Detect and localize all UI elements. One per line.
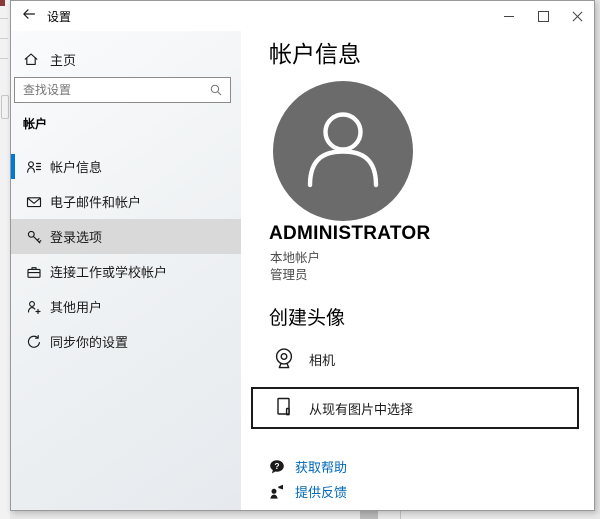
sidebar-item-other-users[interactable]: 其他用户 [11, 289, 241, 324]
background-taskbar-fragment [360, 511, 378, 519]
title-bar: 设置 [11, 1, 594, 31]
sidebar-item-signin-options[interactable]: 登录选项 [11, 219, 241, 254]
settings-window: 设置 主页 帐户 [10, 0, 595, 511]
minimize-icon [504, 16, 514, 17]
maximize-icon [538, 11, 549, 22]
key-icon [26, 229, 42, 245]
home-icon [23, 51, 39, 67]
sidebar-item-sync-settings[interactable]: 同步你的设置 [11, 324, 241, 359]
search-icon [209, 83, 223, 97]
give-feedback-link[interactable]: 提供反馈 [268, 482, 347, 501]
email-icon [26, 194, 42, 210]
background-window-sliver [0, 0, 10, 519]
sidebar-item-label: 其他用户 [50, 297, 102, 316]
sidebar-nav: 帐户信息 电子邮件和帐户 登录选项 [11, 149, 241, 359]
search-input[interactable] [15, 83, 209, 97]
sidebar-item-label: 电子邮件和帐户 [50, 192, 141, 211]
screen: 设置 主页 帐户 [0, 0, 600, 519]
sidebar-item-label: 同步你的设置 [50, 332, 128, 351]
search-box[interactable] [14, 77, 231, 103]
minimize-button[interactable] [492, 1, 526, 31]
sidebar: 主页 帐户 帐户信息 [11, 31, 241, 510]
sidebar-item-email-accounts[interactable]: 电子邮件和帐户 [11, 184, 241, 219]
back-icon [21, 6, 37, 27]
sidebar-item-label: 连接工作或学校帐户 [50, 262, 167, 281]
window-title: 设置 [47, 8, 71, 25]
user-name: ADMINISTRATOR [269, 223, 431, 245]
browse-pictures-label: 从现有图片中选择 [309, 399, 413, 418]
svg-text:?: ? [274, 460, 279, 470]
back-button[interactable] [15, 3, 43, 29]
close-icon [572, 11, 583, 22]
create-avatar-title: 创建头像 [269, 303, 345, 330]
avatar-person-icon [273, 81, 413, 221]
webcam-icon [271, 346, 297, 372]
selected-indicator [11, 154, 15, 179]
home-label: 主页 [50, 50, 76, 69]
briefcase-icon [26, 264, 42, 280]
feedback-person-icon [268, 483, 286, 501]
sidebar-item-label: 登录选项 [50, 227, 102, 246]
close-button[interactable] [560, 1, 594, 31]
background-artifact [0, 0, 5, 6]
account-info-icon [26, 159, 42, 175]
help-bubble-icon: ? [268, 458, 286, 476]
browse-pictures-button[interactable]: 从现有图片中选择 [251, 387, 579, 429]
sidebar-item-work-school[interactable]: 连接工作或学校帐户 [11, 254, 241, 289]
picture-file-icon [271, 395, 297, 421]
sidebar-item-account-info[interactable]: 帐户信息 [11, 149, 241, 184]
avatar [273, 81, 413, 221]
camera-label: 相机 [309, 350, 335, 369]
maximize-button[interactable] [526, 1, 560, 31]
account-role: 管理员 [270, 264, 308, 283]
sync-icon [26, 334, 42, 350]
give-feedback-label: 提供反馈 [295, 482, 347, 501]
get-help-link[interactable]: ? 获取帮助 [268, 457, 347, 476]
sidebar-item-label: 帐户信息 [50, 157, 102, 176]
get-help-label: 获取帮助 [295, 457, 347, 476]
sidebar-item-home[interactable]: 主页 [11, 45, 241, 73]
page-title: 帐户信息 [269, 35, 361, 69]
sidebar-section-header: 帐户 [23, 115, 47, 132]
main-pane: 帐户信息 ADMINISTRATOR 本地帐户 管理员 创建头像 相机 [241, 31, 594, 510]
window-controls [492, 1, 594, 31]
camera-button[interactable]: 相机 [271, 346, 335, 372]
person-plus-icon [26, 299, 42, 315]
